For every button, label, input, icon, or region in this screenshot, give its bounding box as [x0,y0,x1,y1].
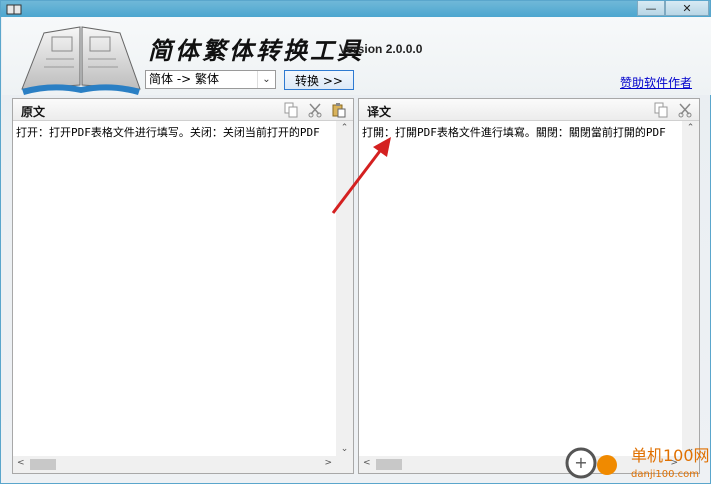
svg-text:+: + [574,453,587,472]
scroll-right-icon[interactable]: > [324,458,332,468]
paste-icon[interactable] [331,102,347,118]
close-button[interactable]: ✕ [665,1,709,16]
source-panel-title: 原文 [21,105,46,119]
source-panel: 原文 打开：打开PDF表格文件进行填写。关闭：关闭当前打开的PDF ⌃ ⌄ < … [12,98,354,474]
source-panel-header: 原文 [13,99,353,121]
app-icon [6,4,22,15]
source-horizontal-scrollbar[interactable]: < > [13,456,336,473]
header: 简体繁体转换工具 Version 2.0.0.0 [2,17,711,95]
scroll-thumb[interactable] [30,459,56,470]
cut-icon[interactable] [307,102,323,118]
watermark-url: danji100.com [631,469,699,480]
watermark-logo-icon: + 单机100网 danji100.com [565,446,710,480]
target-panel-header: 译文 [359,99,699,121]
scroll-up-icon[interactable]: ⌃ [682,123,699,133]
red-arrow-icon [331,137,391,214]
direction-select-value: 简体 -> 繁体 [149,72,220,86]
app-window: — ✕ 简体繁体转换工具 Version 2.0.0.0 简体 -> 繁体 ⌄ [0,0,711,484]
copy-icon[interactable] [283,102,299,118]
cut-icon[interactable] [677,102,693,118]
source-text-area[interactable]: 打开：打开PDF表格文件进行填写。关闭：关闭当前打开的PDF [16,124,335,140]
app-title: 简体繁体转换工具 [148,36,364,65]
target-panel-title: 译文 [367,105,392,119]
title-bar[interactable]: — ✕ [1,1,710,17]
sponsor-link[interactable]: 赞助软件作者 [620,74,692,91]
chevron-down-icon[interactable]: ⌄ [257,71,275,88]
target-text-area[interactable]: 打開：打開PDF表格文件進行填寫。關閉：關閉當前打開的PDF [362,124,681,140]
scroll-down-icon[interactable]: ⌄ [336,444,353,454]
scroll-corner [336,456,353,473]
scroll-left-icon[interactable]: < [17,458,25,468]
scroll-thumb[interactable] [376,459,402,470]
book-logo-icon [21,26,141,95]
target-panel: 译文 打開：打開PDF表格文件進行填寫。關閉：關閉當前打開的PDF ⌃ ⌄ < … [358,98,700,474]
convert-button[interactable]: 转换 >> [284,70,354,90]
copy-icon[interactable] [653,102,669,118]
direction-select[interactable]: 简体 -> 繁体 ⌄ [145,70,276,89]
version-label: Version 2.0.0.0 [339,42,423,56]
scroll-left-icon[interactable]: < [363,458,371,468]
target-vertical-scrollbar[interactable]: ⌃ ⌄ [682,121,699,456]
minimize-button[interactable]: — [637,1,665,16]
watermark-name: 单机100网 [631,446,710,465]
